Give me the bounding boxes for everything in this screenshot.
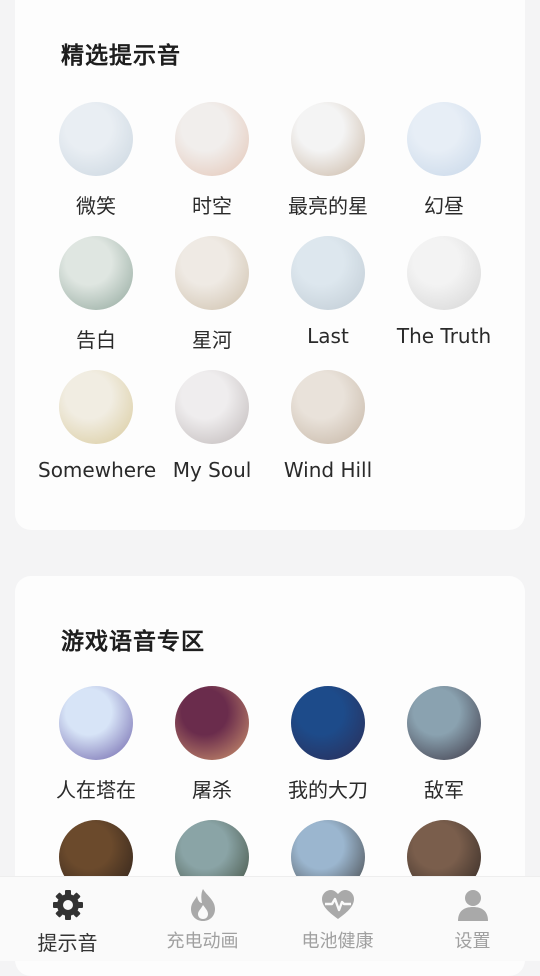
selected-ringtones-card: 精选提示音 微笑 时空 最亮的星 幻昼告白 星河 Last The Truth Somewhe…	[15, 0, 525, 530]
section-title-game: 游戏语音专区	[61, 629, 205, 655]
thumbnail-image	[291, 102, 365, 176]
tab-label: 设置	[454, 931, 491, 952]
ringtone-label: My Soul	[172, 458, 252, 482]
ringtone-label: 告白	[76, 328, 116, 352]
ringtone-item[interactable]: 敌军	[386, 686, 502, 803]
ringtone-label: 人在塔在	[56, 778, 136, 802]
ringtone-item[interactable]: Last	[270, 236, 386, 348]
ringtone-item[interactable]: 人在塔在	[38, 686, 154, 803]
ringtone-label: Somewhere	[38, 458, 157, 482]
ringtone-item[interactable]: 微笑	[38, 102, 154, 219]
ringtone-label: Wind Hill	[283, 458, 373, 482]
ringtone-item[interactable]: The Truth	[386, 236, 502, 348]
thumbnail-image	[59, 102, 133, 176]
thumbnail-image	[291, 686, 365, 760]
ringtone-label: 星河	[192, 328, 232, 352]
thumbnail-image	[407, 102, 481, 176]
thumbnail-image	[59, 370, 133, 444]
ringtone-label: 最亮的星	[288, 194, 368, 218]
thumbnail-image	[59, 236, 133, 310]
ringtone-item[interactable]: My Soul	[154, 370, 270, 482]
thumbnail-image	[407, 686, 481, 760]
ringtone-item[interactable]: 幻昼	[386, 102, 502, 219]
ringtone-item[interactable]: 星河	[154, 236, 270, 353]
ringtone-label: The Truth	[396, 324, 492, 348]
ringtone-item[interactable]: 告白	[38, 236, 154, 353]
ringtone-item[interactable]: 屠杀	[154, 686, 270, 803]
thumbnail-image	[407, 236, 481, 310]
bottom-tab-bar: 提示音 充电动画 电池健康 设置	[0, 876, 540, 961]
flame-icon	[185, 887, 221, 923]
ringtone-item[interactable]: Wind Hill	[270, 370, 386, 482]
thumbnail-image	[59, 686, 133, 760]
heart-pulse-icon	[320, 887, 356, 923]
thumbnail-image	[175, 102, 249, 176]
tab-label: 充电动画	[166, 931, 239, 952]
tab-ringtones[interactable]: 提示音	[0, 887, 135, 956]
ringtone-label: Last	[307, 324, 349, 348]
ringtone-item[interactable]: 时空	[154, 102, 270, 219]
ringtone-item[interactable]: 最亮的星	[270, 102, 386, 219]
ringtone-item[interactable]: 我的大刀	[270, 686, 386, 803]
ringtone-label: 我的大刀	[288, 778, 368, 802]
tab-label: 电池健康	[301, 931, 374, 952]
ringtone-label: 屠杀	[192, 778, 232, 802]
ringtone-label: 敌军	[424, 778, 464, 802]
person-icon	[455, 887, 491, 923]
thumbnail-image	[175, 686, 249, 760]
thumbnail-image	[175, 236, 249, 310]
thumbnail-image	[291, 370, 365, 444]
tab-settings[interactable]: 设置	[405, 887, 540, 953]
ringtone-label: 时空	[192, 194, 232, 218]
tab-label: 提示音	[37, 931, 98, 955]
tab-battery-health[interactable]: 电池健康	[270, 887, 405, 953]
gear-icon	[50, 887, 86, 923]
ringtone-label: 微笑	[76, 194, 116, 218]
ringtone-item[interactable]: Somewhere	[38, 370, 157, 482]
tab-charging-animation[interactable]: 充电动画	[135, 887, 270, 953]
thumbnail-image	[175, 370, 249, 444]
thumbnail-image	[291, 236, 365, 310]
ringtone-label: 幻昼	[424, 194, 464, 218]
section-title-selected: 精选提示音	[61, 43, 181, 69]
